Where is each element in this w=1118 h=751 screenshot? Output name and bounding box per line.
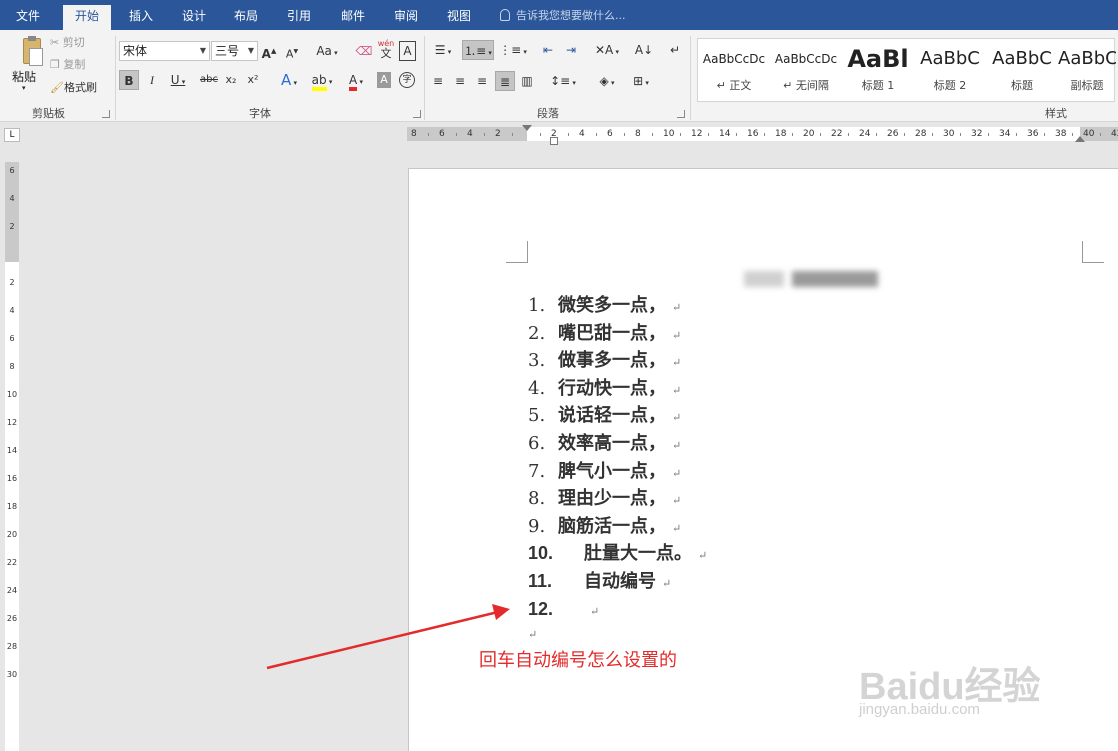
annotation-arrow [266, 604, 510, 670]
baidu-watermark: Baidu经验 jingyan.baidu.com [855, 655, 1055, 725]
annotation-text: 回车自动编号怎么设置的 [479, 650, 677, 671]
watermark-url: jingyan.baidu.com [859, 701, 980, 718]
